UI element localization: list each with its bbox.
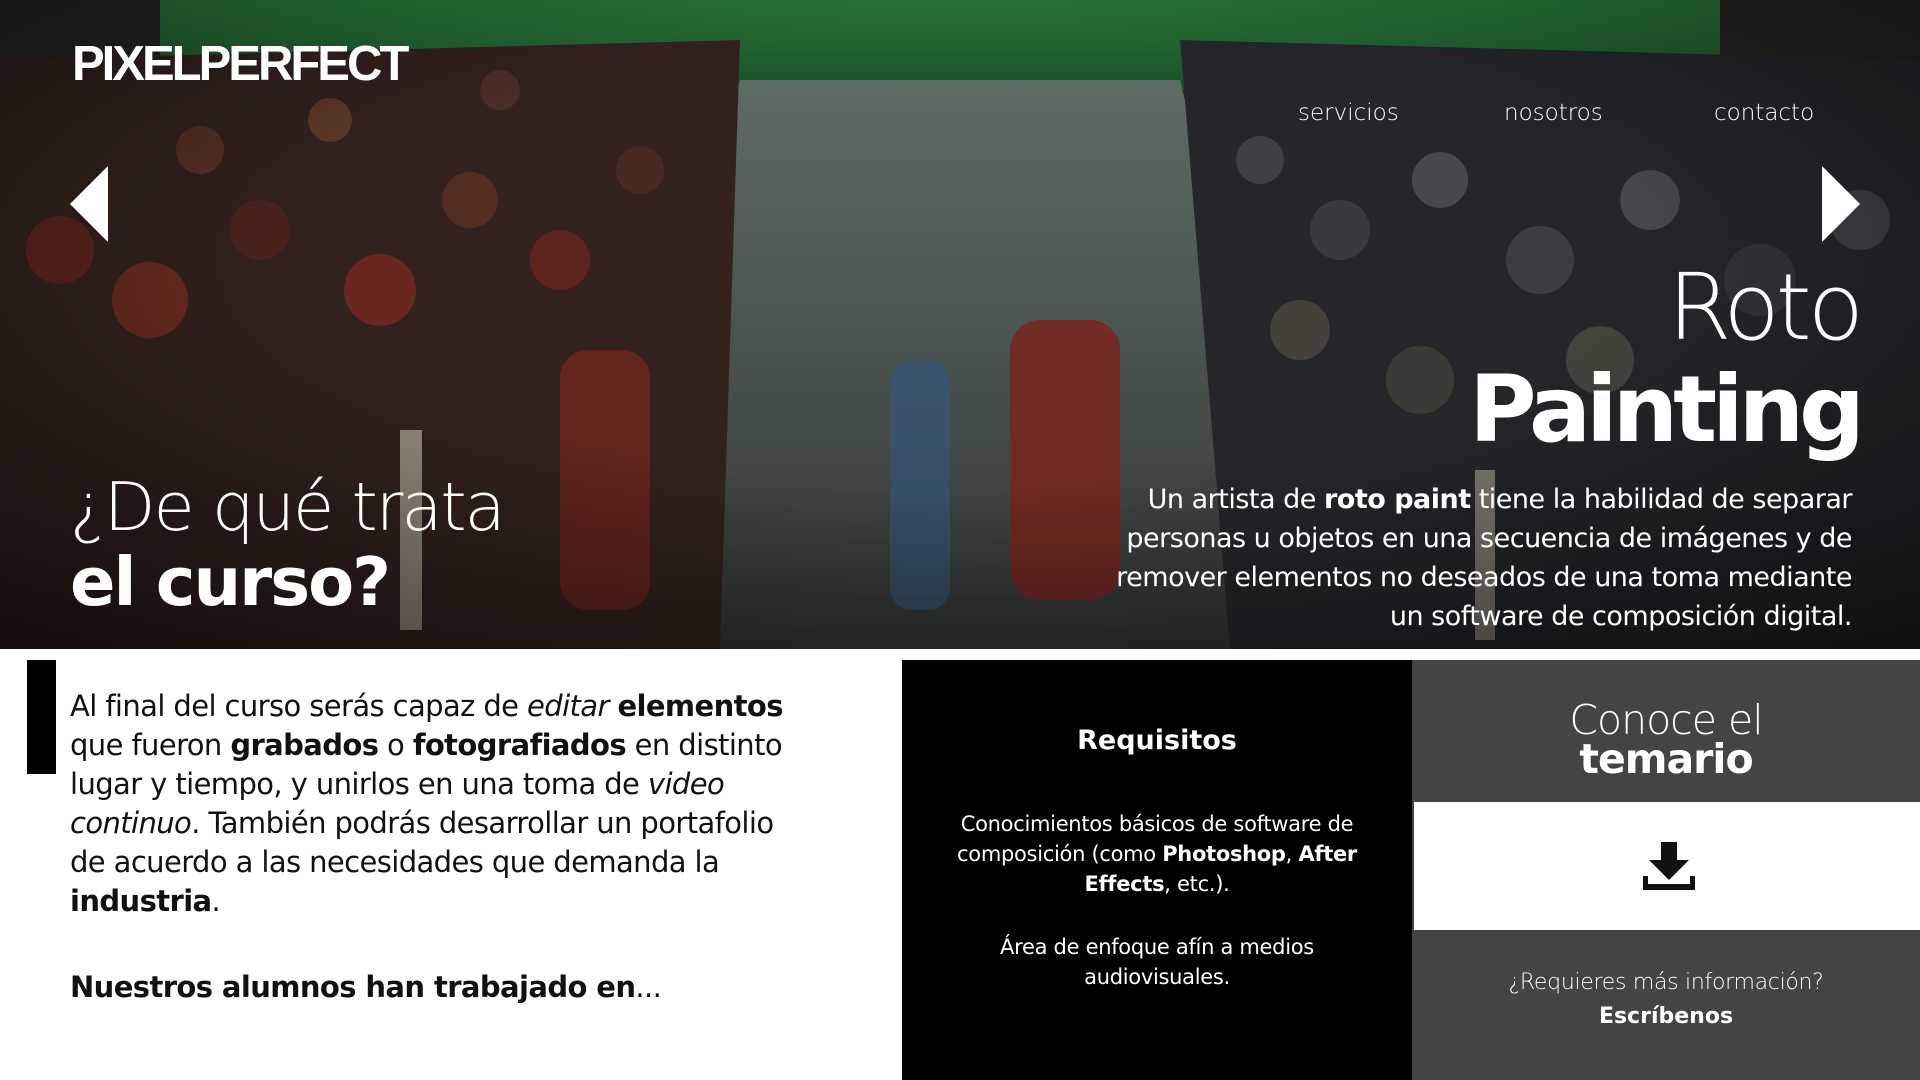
requirements-title: Requisitos xyxy=(1077,725,1237,756)
course-heading: ¿De qué trata el curso? xyxy=(70,468,506,621)
page: PIXELPERFECT servicios nosotros contacto… xyxy=(0,0,1920,1080)
about-panel: Al final del curso serás capaz de editar… xyxy=(0,649,902,1080)
about-t3: elementos xyxy=(617,689,783,723)
req-p1-mid: , xyxy=(1285,842,1299,866)
nav-link-contacto[interactable]: contacto xyxy=(1714,100,1814,126)
hero-title-line2: Painting xyxy=(1469,356,1865,463)
hero-title-line1: Roto xyxy=(1667,254,1864,361)
about-t11: industria xyxy=(70,884,212,918)
course-info-section: Al final del curso serás capaz de editar… xyxy=(0,649,1920,1080)
requirements-item-focus: Área de enfoque afín a medios audiovisua… xyxy=(1000,935,1314,989)
about-t6: o xyxy=(378,728,413,762)
hero-title: Roto Painting xyxy=(1469,254,1865,463)
syllabus-header: Conoce el temario xyxy=(1412,660,1920,802)
hero-desc-pre: Un artista de xyxy=(1147,484,1324,515)
about-t4: que fueron xyxy=(70,728,231,762)
about-t2: editar xyxy=(527,689,609,723)
syllabus-download-area xyxy=(1412,802,1920,930)
requirements-item-software: Conocimientos básicos de software de com… xyxy=(957,809,1357,899)
hero-section: PIXELPERFECT servicios nosotros contacto… xyxy=(0,0,1920,649)
alumni-bold: Nuestros alumnos han trabajado en xyxy=(70,970,636,1004)
alumni-text: Nuestros alumnos han trabajado en... xyxy=(70,970,662,1004)
carousel-next-arrow-icon[interactable] xyxy=(1820,166,1860,242)
syllabus-title-line2: temario xyxy=(1579,735,1753,783)
download-icon[interactable] xyxy=(1643,842,1695,890)
site-logo[interactable]: PIXELPERFECT xyxy=(72,36,409,92)
about-t7: fotografiados xyxy=(412,728,627,762)
hero-description: Un artista de roto paint tiene la habili… xyxy=(1090,480,1852,636)
about-text: Al final del curso serás capaz de editar… xyxy=(70,687,790,921)
nav-link-nosotros[interactable]: nosotros xyxy=(1504,100,1603,126)
course-heading-line1: ¿De qué trata xyxy=(70,468,506,546)
req-p1-post: , etc.). xyxy=(1164,872,1230,896)
hero-desc-bold: roto paint xyxy=(1323,484,1471,515)
syllabus-panel: Conoce el temario ¿Requieres más informa… xyxy=(1412,660,1920,1080)
req-photoshop: Photoshop xyxy=(1162,842,1286,866)
alumni-ellipsis: ... xyxy=(635,970,662,1004)
main-nav: servicios nosotros contacto xyxy=(0,100,1920,134)
about-t1: Al final del curso serás capaz de xyxy=(70,689,528,723)
nav-link-servicios[interactable]: servicios xyxy=(1298,100,1399,126)
more-info-question: ¿Requieres más información? xyxy=(1508,970,1824,995)
about-t12: . xyxy=(211,884,221,918)
course-heading-line2: el curso? xyxy=(70,543,391,621)
about-t5: grabados xyxy=(230,728,379,762)
accent-bar xyxy=(27,660,56,774)
carousel-prev-arrow-icon[interactable] xyxy=(70,166,110,242)
requirements-panel: Requisitos Conocimientos básicos de soft… xyxy=(902,660,1412,1080)
syllabus-contact: ¿Requieres más información? Escríbenos xyxy=(1412,930,1920,1080)
contact-link[interactable]: Escríbenos xyxy=(1412,1004,1920,1029)
